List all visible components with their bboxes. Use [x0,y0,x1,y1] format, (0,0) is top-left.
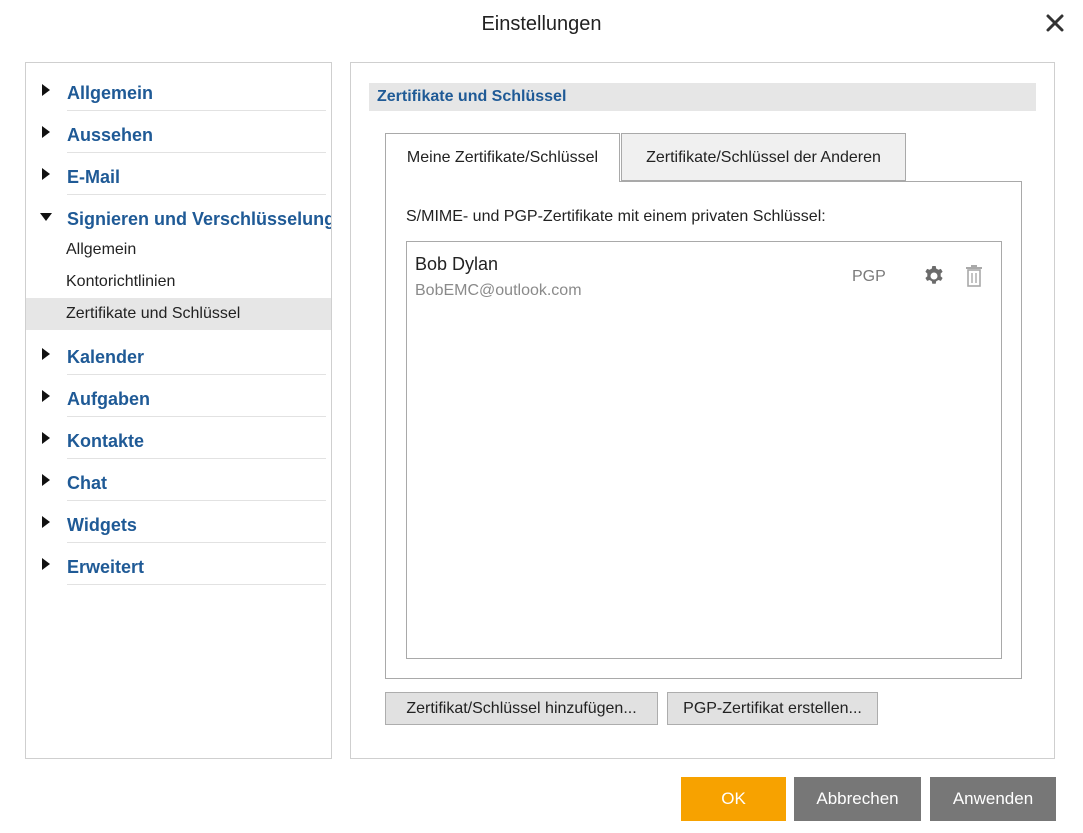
settings-sidebar: Allgemein Aussehen E-Mail Signieren und … [25,62,332,759]
certificate-name: Bob Dylan [415,254,499,274]
tab-my-certificates[interactable]: Meine Zertifikate/Schlüssel [385,133,620,182]
tab-label: Zertifikate/Schlüssel der Anderen [646,149,881,166]
sidebar-section-label: Kalender [67,347,145,367]
sidebar-section-kontakte[interactable]: Kontakte [26,417,326,459]
expand-arrow-icon [42,168,50,180]
sidebar-section-label: Widgets [67,515,137,535]
sidebar-section-label: Allgemein [67,83,154,103]
sidebar-section-label: Erweitert [67,557,145,577]
sidebar-section-widgets[interactable]: Widgets [26,501,326,543]
section-title: Zertifikate und Schlüssel [377,88,567,105]
sidebar-section-signieren[interactable]: Signieren und Verschlüsselung [26,195,331,237]
ok-button[interactable]: OK [681,777,786,821]
panel-description: S/MIME- und PGP-Zertifikate mit einem pr… [406,208,826,225]
tab-panel: S/MIME- und PGP-Zertifikate mit einem pr… [385,181,1022,679]
certificate-row[interactable]: Bob Dylan BobEMC@outlook.com PGP [407,242,1001,312]
tab-label: Meine Zertifikate/Schlüssel [406,149,599,166]
sidebar-subitem-kontorichtlinien[interactable]: Kontorichtlinien [26,266,331,298]
close-button[interactable] [1042,10,1068,36]
sidebar-section-chat[interactable]: Chat [26,459,326,501]
sidebar-subitem-zertifikate[interactable]: Zertifikate und Schlüssel [26,298,331,330]
sidebar-section-email[interactable]: E-Mail [26,153,326,195]
close-icon[interactable] [1042,10,1068,36]
sidebar-section-allgemein[interactable]: Allgemein [26,69,326,111]
cancel-button[interactable]: Abbrechen [794,777,921,821]
add-certificate-button[interactable]: Zertifikat/Schlüssel hinzufügen... [385,692,658,725]
expand-arrow-icon [42,84,50,96]
sidebar-subitem-label: Kontorichtlinien [66,273,176,290]
expand-arrow-icon [42,432,50,444]
sidebar-section-erweitert[interactable]: Erweitert [26,543,326,585]
section-header: Zertifikate und Schlüssel [369,83,1036,111]
sidebar-section-label: Chat [67,473,107,493]
create-pgp-certificate-button[interactable]: PGP-Zertifikat erstellen... [667,692,878,725]
expand-arrow-icon [42,126,50,138]
sidebar-section-label: Aufgaben [67,389,150,409]
expand-arrow-icon [42,390,50,402]
expand-arrow-icon [42,474,50,486]
certificate-list: Bob Dylan BobEMC@outlook.com PGP [406,241,1002,659]
sidebar-section-aussehen[interactable]: Aussehen [26,111,326,153]
expand-arrow-icon [42,516,50,528]
expand-arrow-icon [42,348,50,360]
collapse-arrow-icon [40,213,52,221]
trash-icon[interactable] [964,264,984,288]
sidebar-section-label: Aussehen [67,125,154,145]
certificate-email: BobEMC@outlook.com [415,282,582,299]
certificate-type: PGP [852,268,886,285]
apply-button[interactable]: Anwenden [930,777,1056,821]
dialog-title: Einstellungen [481,13,602,35]
sidebar-section-label: E-Mail [67,167,121,187]
sidebar-section-label: Signieren und Verschlüsselung [67,209,332,229]
sidebar-section-aufgaben[interactable]: Aufgaben [26,375,326,417]
gear-icon[interactable] [922,264,946,288]
sidebar-subitem-label: Allgemein [66,241,137,258]
divider [67,584,326,585]
expand-arrow-icon [42,558,50,570]
sidebar-section-kalender[interactable]: Kalender [26,333,326,375]
settings-main-panel: Zertifikate und Schlüssel Meine Zertifik… [350,62,1055,759]
tab-others-certificates[interactable]: Zertifikate/Schlüssel der Anderen [621,133,906,181]
sidebar-section-label: Kontakte [67,431,145,451]
sidebar-subitem-label: Zertifikate und Schlüssel [66,305,241,322]
sidebar-subitem-allgemein[interactable]: Allgemein [26,234,331,266]
